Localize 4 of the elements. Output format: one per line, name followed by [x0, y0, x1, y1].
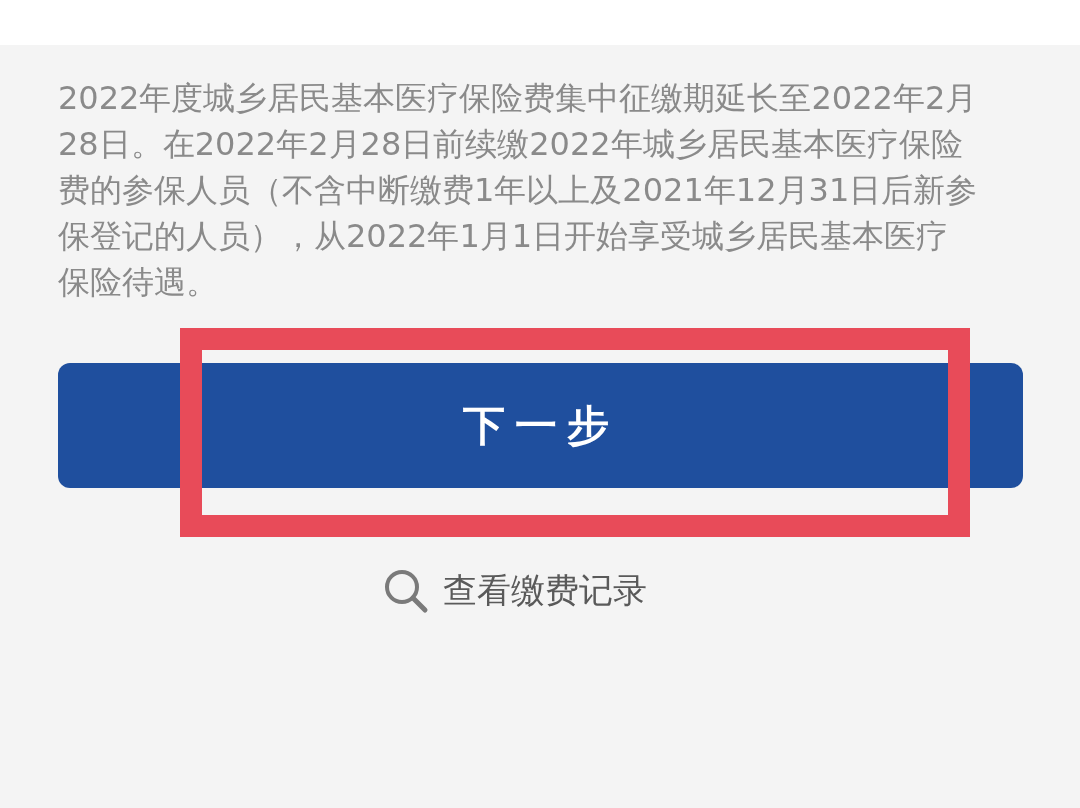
notice-text: 2022年度城乡居民基本医疗保险费集中征缴期延长至2022年2月28日。在2022年2月28日前续缴2022年城乡居民基本医疗保险费的参保人员（不含中断缴费1年以上及2021年12月31日后新参保登记的人员），从2022年1月1日开始享受城乡居民基本医疗保险待遇。 — [58, 78, 978, 303]
next-button[interactable]: 下一步 — [58, 363, 1023, 488]
search-icon — [383, 568, 429, 614]
payment-records-link[interactable]: 查看缴费记录 — [383, 568, 647, 614]
